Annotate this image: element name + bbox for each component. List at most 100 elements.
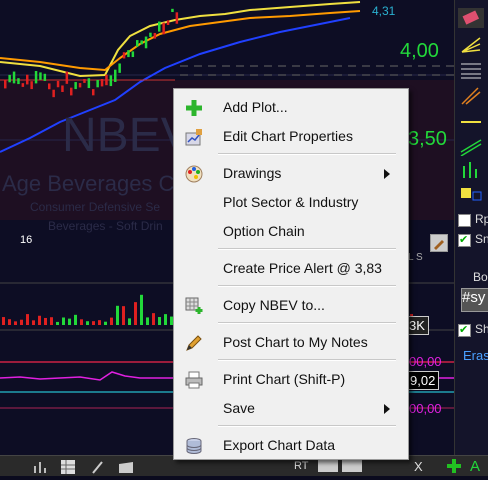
candle [105,74,108,86]
candle [144,36,148,49]
candle [118,63,121,73]
volume-bar [74,314,77,325]
menu-separator [218,322,396,324]
candle [30,81,33,90]
candle [43,73,47,81]
volume-bar [62,317,65,325]
menu-item-option-chain[interactable]: Option Chain [174,219,408,245]
candle [122,52,126,59]
candle [21,83,25,87]
volume-bar [122,306,125,325]
candle [96,79,99,88]
chart-context-menu: Add Plot... Edit Chart Properties Drawin… [173,88,409,460]
volume-bar [146,317,149,325]
menu-item-edit-chart-properties[interactable]: Edit Chart Properties [174,124,408,150]
erase-link[interactable]: Eras [463,348,488,363]
checkbox-sh[interactable]: ✔ [458,324,471,337]
menu-item-copy-symbol[interactable]: Copy NBEV to... [174,293,408,319]
symbol-input[interactable]: #sy [461,288,488,312]
volume-bar [14,321,17,325]
x-label[interactable]: X [414,459,423,474]
candle [12,71,16,84]
candle [48,83,51,90]
price-tick-400: 4,00 [400,40,439,62]
pitchfork-icon[interactable] [458,86,484,106]
chart-properties-icon [185,128,203,146]
menu-item-label: Plot Sector & Industry [223,194,359,210]
menu-item-add-plot[interactable]: Add Plot... [174,95,408,121]
price-label-top: 4,31 [372,4,396,18]
copy-grid-icon [185,297,203,315]
menu-separator [218,425,396,427]
candle [4,79,7,89]
volume-bar [104,321,107,325]
company-watermark: Age Beverages C [2,171,175,196]
menu-item-label: Add Plot... [223,99,288,115]
sector-watermark: Consumer Defensive Se [30,200,161,214]
volume-bar [152,313,155,325]
candle [34,71,38,84]
candle [61,85,64,92]
candle [87,78,91,89]
candle [127,50,130,58]
menu-item-label: Print Chart (Shift-P) [223,371,346,387]
volume-bar [32,320,35,325]
menu-item-label: Edit Chart Properties [223,128,353,144]
menu-item-plot-sector-industry[interactable]: Plot Sector & Industry [174,190,408,216]
plus-icon [185,99,203,117]
bar-chart-icon[interactable] [32,460,48,479]
volume-bar [134,302,137,325]
a-label[interactable]: A [470,458,480,475]
menu-item-print-chart[interactable]: Print Chart (Shift-P) [174,367,408,393]
table-icon[interactable] [60,459,76,480]
menu-item-save[interactable]: Save [174,396,408,422]
printer-icon [185,371,203,389]
pencil-icon [185,334,203,352]
add-plus-icon[interactable] [446,458,462,474]
pencil-edit-icon[interactable] [430,234,448,252]
box-label: Bo [473,270,488,284]
box-tool-icon[interactable] [458,184,484,204]
pencil-icon[interactable] [90,459,106,480]
candle [78,83,82,88]
symbol-input-value: #sy [462,289,486,306]
candle [70,87,73,96]
candle [83,79,86,83]
volume-bar [98,320,101,325]
checkbox-sn-label: Sn [475,232,488,246]
fib-tool-icon[interactable] [458,60,484,80]
candle [149,32,152,37]
checkbox-rp-label: Rp [475,212,488,226]
menu-item-drawings[interactable]: Drawings [174,161,408,187]
channel-tool-icon[interactable] [458,136,484,157]
menu-item-export-chart-data[interactable]: Export Chart Data [174,433,408,459]
folder-icon[interactable] [118,459,134,480]
rt-label: RT [294,460,309,472]
volume-bar [44,317,47,325]
candle [153,32,157,39]
candle [162,22,165,35]
checkbox-sn[interactable]: ✔ [458,234,471,247]
bars-tool-icon[interactable] [458,160,484,180]
candle [52,89,55,98]
candle [166,20,170,25]
fan-tool-icon[interactable] [458,34,484,54]
dropdown-2[interactable] [342,460,362,472]
volume-bar [80,319,83,325]
dropdown-1[interactable] [318,460,338,472]
menu-item-create-price-alert[interactable]: Create Price Alert @ 3,83 [174,256,408,282]
volume-bar [140,294,143,325]
eraser-icon[interactable] [458,8,484,28]
candle [109,75,113,87]
volume-bar [2,317,5,325]
drawing-tools-panel: Rp ✔ Sn Bo #sy ✔ Sh Eras [454,0,488,455]
menu-item-post-chart-notes[interactable]: Post Chart to My Notes [174,330,408,356]
volume-bar [86,321,89,325]
volume-bar [50,317,53,325]
hline-tool-icon[interactable] [458,112,484,132]
checkbox-rp[interactable] [458,214,471,227]
candle [17,78,20,85]
candle [171,8,174,13]
candle [26,74,29,85]
volume-bar [8,319,11,325]
